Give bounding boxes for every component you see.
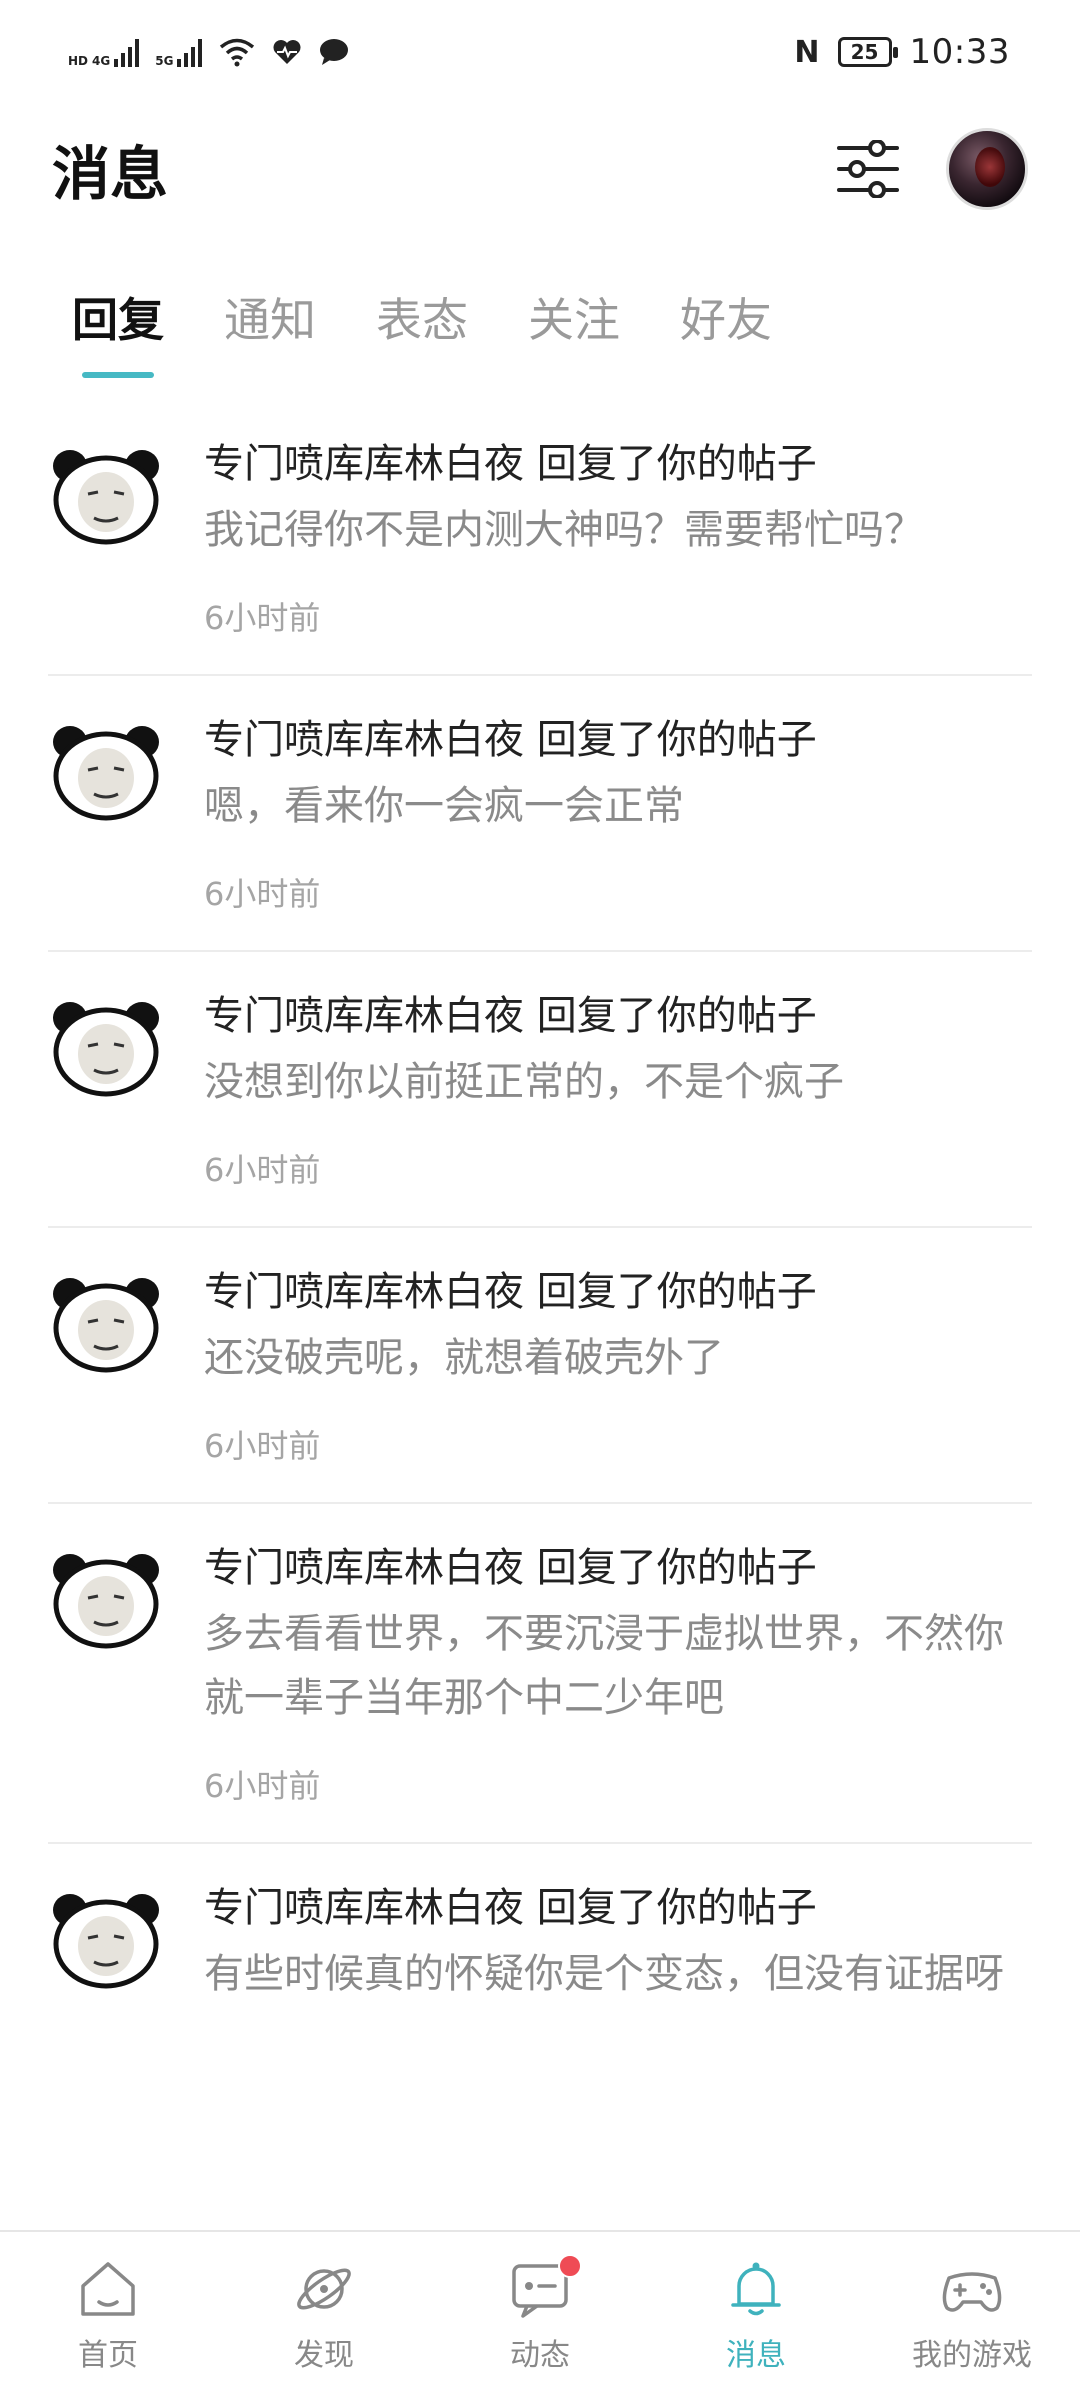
- message-body: 我记得你不是内测大神吗？需要帮忙吗？: [204, 507, 924, 553]
- nav-home-label: 首页: [78, 2338, 138, 2373]
- panda-avatar-icon[interactable]: [50, 998, 162, 1098]
- panda-avatar-icon[interactable]: [50, 1890, 162, 1990]
- message-bubble-icon: [320, 39, 349, 65]
- nav-messages-label: 消息: [726, 2338, 786, 2373]
- heart-pulse-icon: [273, 40, 301, 64]
- message-item[interactable]: 专门喷库库林白夜 回复了你的帖子 还没破壳呢，就想着破壳外了 6小时前: [48, 1228, 1032, 1504]
- message-title: 专门喷库库林白夜 回复了你的帖子: [204, 1885, 817, 1931]
- message-item[interactable]: 专门喷库库林白夜 回复了你的帖子 有些时候真的怀疑你是个变态，但没有证据呀: [48, 1844, 1032, 2042]
- signal-1: HD 4G: [68, 37, 140, 68]
- network-1-label: 4G: [92, 54, 111, 68]
- profile-avatar[interactable]: [946, 128, 1028, 210]
- app-root: HD 4G 5G N 25 10:33 消息 回复 通知 表态 关注 好友 专门…: [0, 0, 1080, 2400]
- message-body: 还没破壳呢，就想着破壳外了: [204, 1335, 724, 1381]
- tab-reaction[interactable]: 表态: [376, 270, 468, 370]
- message-body: 多去看看世界，不要沉浸于虚拟世界，不然你就一辈子当年那个中二少年吧: [204, 1611, 1004, 1721]
- nav-my-games-label: 我的游戏: [912, 2338, 1032, 2373]
- message-title: 专门喷库库林白夜 回复了你的帖子: [204, 717, 817, 763]
- message-item[interactable]: 专门喷库库林白夜 回复了你的帖子 我记得你不是内测大神吗？需要帮忙吗？ 6小时前: [48, 400, 1032, 676]
- status-right: N 25 10:33: [794, 32, 1010, 72]
- message-time: 6小时前: [204, 599, 321, 637]
- message-item[interactable]: 专门喷库库林白夜 回复了你的帖子 嗯，看来你一会疯一会正常 6小时前: [48, 676, 1032, 952]
- message-tabs: 回复 通知 表态 关注 好友: [0, 270, 1080, 390]
- signal-bars-2-icon: [177, 37, 203, 67]
- panda-avatar-icon[interactable]: [50, 722, 162, 822]
- message-list: 专门喷库库林白夜 回复了你的帖子 我记得你不是内测大神吗？需要帮忙吗？ 6小时前…: [0, 400, 1080, 2230]
- header-actions: [836, 128, 1028, 210]
- nfc-icon: N: [794, 34, 820, 70]
- panda-avatar-icon[interactable]: [50, 1550, 162, 1650]
- bell-icon: [731, 2262, 781, 2316]
- message-title: 专门喷库库林白夜 回复了你的帖子: [204, 1545, 817, 1591]
- nav-home[interactable]: 首页: [8, 2258, 208, 2374]
- status-bar: HD 4G 5G N 25 10:33: [0, 0, 1080, 104]
- filter-button[interactable]: [836, 137, 900, 201]
- message-title: 专门喷库库林白夜 回复了你的帖子: [204, 1269, 817, 1315]
- message-item[interactable]: 专门喷库库林白夜 回复了你的帖子 没想到你以前挺正常的，不是个疯子 6小时前: [48, 952, 1032, 1228]
- tab-follow[interactable]: 关注: [528, 270, 620, 370]
- unread-badge: [558, 2254, 582, 2278]
- nav-feed-label: 动态: [510, 2338, 570, 2373]
- message-time: 6小时前: [204, 1151, 321, 1189]
- status-left: HD 4G 5G: [68, 37, 350, 67]
- message-time: 6小时前: [204, 1767, 321, 1805]
- planet-icon: [297, 2268, 351, 2310]
- gamepad-icon: [942, 2272, 1002, 2312]
- message-item[interactable]: 专门喷库库林白夜 回复了你的帖子 多去看看世界，不要沉浸于虚拟世界，不然你就一辈…: [48, 1504, 1032, 1844]
- nav-my-games[interactable]: 我的游戏: [872, 2258, 1072, 2374]
- nav-messages[interactable]: 消息: [656, 2258, 856, 2374]
- message-time: 6小时前: [204, 875, 321, 913]
- wifi-icon: [220, 38, 255, 67]
- header: 消息: [0, 104, 1080, 234]
- home-icon: [81, 2262, 135, 2316]
- tab-friends[interactable]: 好友: [680, 270, 772, 370]
- message-title: 专门喷库库林白夜 回复了你的帖子: [204, 993, 817, 1039]
- message-body: 嗯，看来你一会疯一会正常: [204, 783, 684, 829]
- battery-level: 25: [850, 40, 879, 64]
- message-title: 专门喷库库林白夜 回复了你的帖子: [204, 441, 817, 487]
- signal-2: 5G: [155, 37, 203, 68]
- signal-bars-1-icon: [114, 37, 140, 67]
- hd-label: HD: [68, 54, 89, 68]
- nav-discover-label: 发现: [294, 2338, 354, 2373]
- bottom-nav: 首页 发现 动态 消息 我的游戏: [0, 2230, 1080, 2400]
- panda-avatar-icon[interactable]: [50, 1274, 162, 1374]
- message-body: 没想到你以前挺正常的，不是个疯子: [204, 1059, 844, 1105]
- message-body: 有些时候真的怀疑你是个变态，但没有证据呀: [204, 1951, 1004, 1997]
- network-2-label: 5G: [155, 54, 174, 68]
- tab-notification[interactable]: 通知: [224, 270, 316, 370]
- battery-icon: 25: [837, 37, 898, 67]
- nav-feed[interactable]: 动态: [440, 2254, 640, 2374]
- page-title: 消息: [52, 140, 169, 208]
- panda-avatar-icon[interactable]: [50, 446, 162, 546]
- tab-reply[interactable]: 回复: [72, 270, 164, 370]
- message-time: 6小时前: [204, 1427, 321, 1465]
- sliders-icon: [837, 140, 899, 198]
- nav-discover[interactable]: 发现: [224, 2258, 424, 2374]
- status-time: 10:33: [909, 32, 1010, 72]
